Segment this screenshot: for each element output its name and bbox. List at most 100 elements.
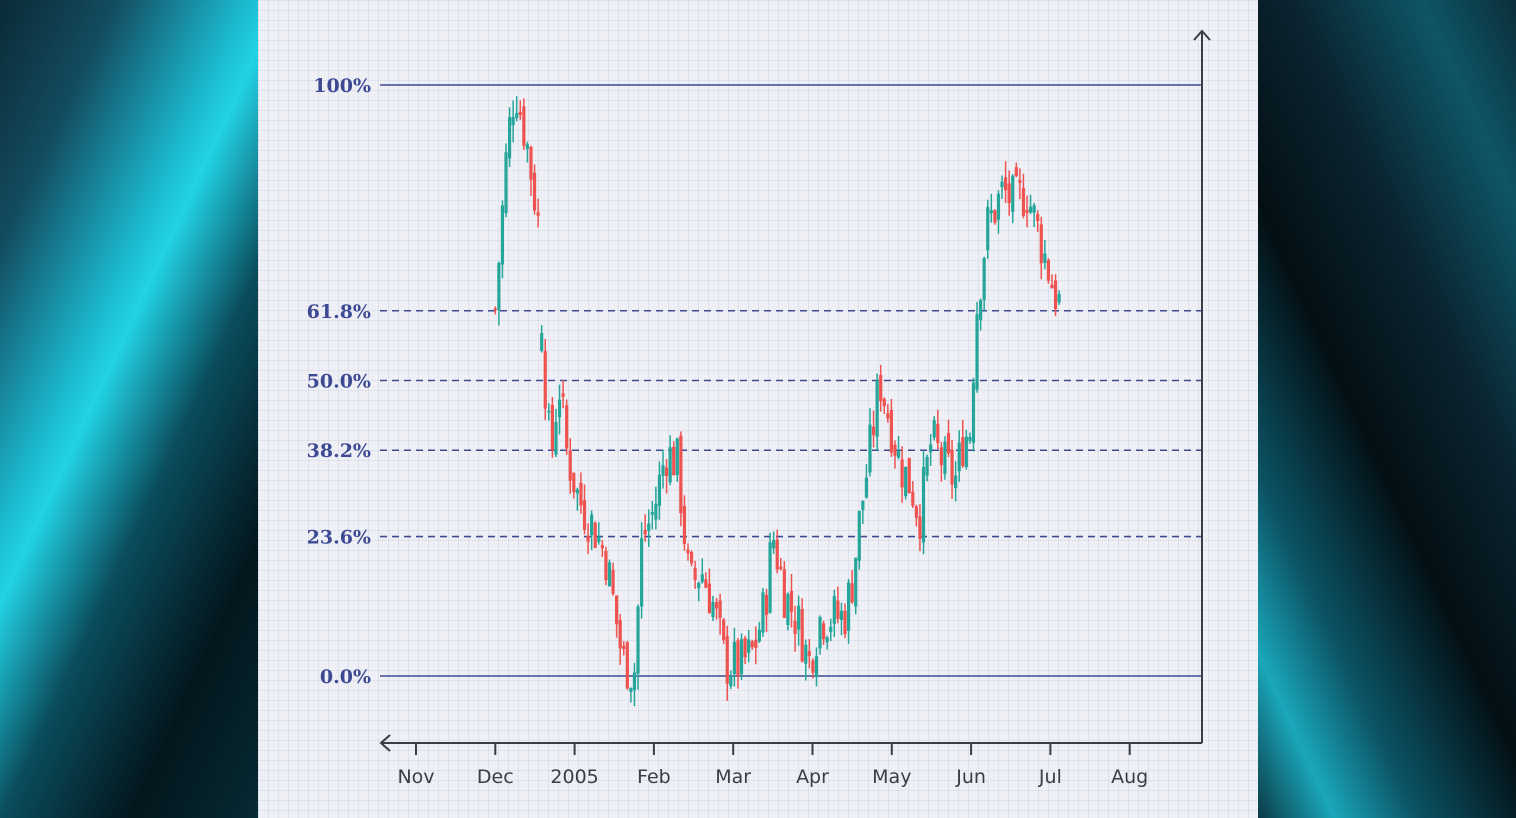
candle xyxy=(896,435,901,460)
candle-body xyxy=(900,459,904,488)
candle-body xyxy=(718,600,722,618)
candle-body xyxy=(732,641,736,674)
candle xyxy=(1050,274,1054,289)
candle-body xyxy=(747,639,751,653)
candle-body xyxy=(625,642,629,689)
candle-body xyxy=(664,467,669,477)
candle-body xyxy=(943,441,947,475)
candle-body xyxy=(743,638,747,658)
candle-body xyxy=(672,446,676,476)
candle xyxy=(797,595,801,646)
candle-body xyxy=(497,262,501,310)
candle-body xyxy=(864,477,869,498)
candle-body xyxy=(893,444,897,456)
candle-body xyxy=(607,562,612,587)
candle xyxy=(936,409,940,450)
candle-body xyxy=(982,258,986,300)
candle xyxy=(511,100,515,143)
candle xyxy=(725,625,729,701)
candle-body xyxy=(975,314,979,390)
candle-body xyxy=(689,552,694,564)
candle xyxy=(565,399,569,455)
candle xyxy=(757,621,761,643)
x-tick-label: Dec xyxy=(477,766,514,788)
candle xyxy=(822,620,826,645)
candle xyxy=(993,209,997,225)
candle xyxy=(929,434,933,466)
candle-body xyxy=(632,672,637,691)
candle-body xyxy=(918,516,922,539)
level-label: 61.8% xyxy=(307,301,371,323)
candle xyxy=(925,454,929,482)
candle xyxy=(979,298,983,331)
candle-body xyxy=(575,489,579,494)
candle-body xyxy=(522,106,526,146)
candle-body xyxy=(772,540,776,549)
candle xyxy=(932,416,936,441)
candle xyxy=(779,557,783,571)
candle xyxy=(807,639,811,669)
candle xyxy=(557,384,562,435)
candle-body xyxy=(782,569,786,618)
candle-body xyxy=(618,620,622,649)
level-label: 50.0% xyxy=(307,371,371,393)
candle xyxy=(1007,170,1011,216)
candle-body xyxy=(850,583,854,603)
candle-body xyxy=(654,503,658,520)
candle xyxy=(900,446,904,503)
candle xyxy=(643,514,647,542)
candle xyxy=(861,500,865,525)
candle-body xyxy=(954,475,958,489)
candle xyxy=(582,484,587,535)
candle xyxy=(893,440,897,469)
candle xyxy=(943,436,947,480)
candle-body xyxy=(557,399,562,418)
candle xyxy=(615,595,619,638)
candle xyxy=(739,633,744,681)
candle xyxy=(600,540,604,557)
candle-body xyxy=(846,582,851,631)
candles xyxy=(493,96,1061,707)
candle-body xyxy=(572,472,576,493)
candle xyxy=(818,615,822,655)
candle xyxy=(632,662,637,707)
candle-body xyxy=(668,447,672,483)
candle xyxy=(554,408,558,457)
candle-body xyxy=(711,601,715,618)
candle-body xyxy=(797,605,801,630)
candle-body xyxy=(611,569,615,594)
candle-body xyxy=(807,651,811,656)
candle xyxy=(636,604,640,690)
candle xyxy=(700,558,704,584)
candle xyxy=(907,457,911,494)
candle-body xyxy=(882,398,886,407)
level-label: 0.0% xyxy=(320,666,371,688)
candle-body xyxy=(515,113,519,118)
candle-body xyxy=(1043,253,1047,264)
candle-body xyxy=(932,420,936,438)
candle xyxy=(911,481,915,508)
candle-body xyxy=(979,300,983,321)
candle xyxy=(879,364,883,412)
candle xyxy=(568,438,572,494)
candle xyxy=(964,429,968,470)
candle-body xyxy=(722,619,726,641)
candle xyxy=(518,100,522,120)
candle-body xyxy=(647,523,651,531)
candle-body xyxy=(839,610,844,620)
x-tick-label: Feb xyxy=(637,766,671,788)
candle xyxy=(793,605,797,652)
candle-body xyxy=(854,557,858,607)
candle xyxy=(575,487,579,511)
candle xyxy=(543,338,547,421)
candle-body xyxy=(1014,167,1018,177)
candle-body xyxy=(661,465,665,476)
candle xyxy=(750,639,754,650)
candle xyxy=(732,627,736,687)
candle-body xyxy=(929,444,933,453)
candle xyxy=(954,461,958,502)
candle-body xyxy=(832,596,836,624)
candle-body xyxy=(679,435,683,514)
candle-body xyxy=(568,450,572,481)
candle xyxy=(968,432,972,444)
